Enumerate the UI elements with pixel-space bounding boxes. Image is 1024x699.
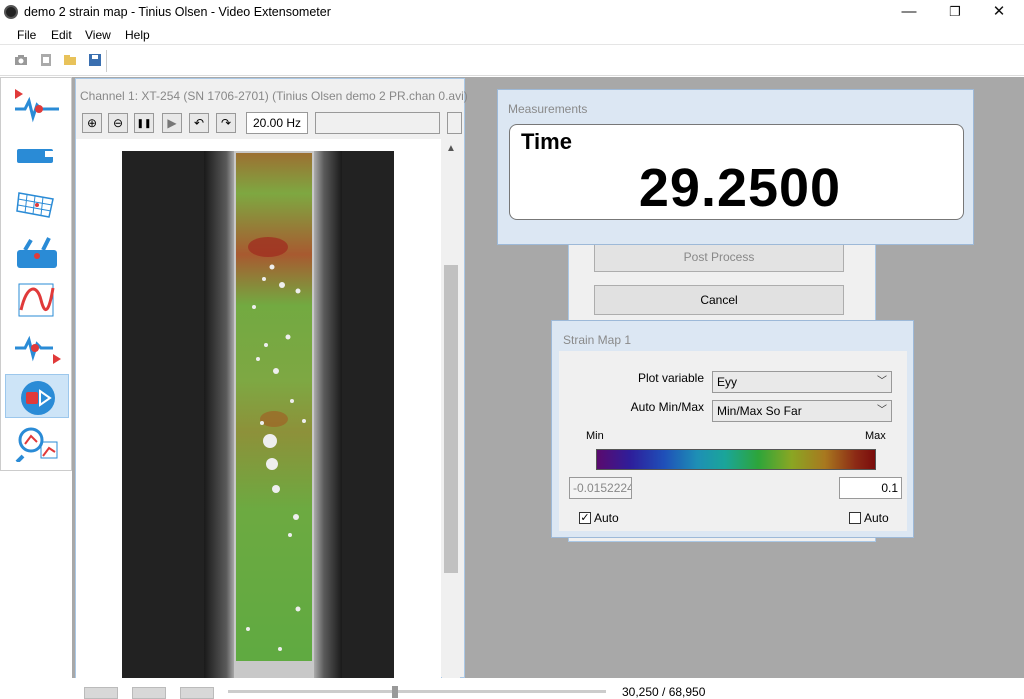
app-logo-icon <box>4 5 18 19</box>
signal-tool-button[interactable] <box>5 83 69 127</box>
mesh-grid-icon <box>16 192 54 218</box>
chevron-down-icon: ﹀ <box>877 376 887 387</box>
open-folder-icon[interactable] <box>63 54 77 66</box>
channel-window: Channel 1: XT-254 (SN 1706-2701) (Tinius… <box>75 78 468 679</box>
signal-wave-icon <box>15 89 59 123</box>
line-chart-icon <box>18 283 55 317</box>
auto-minmax-label: Auto Min/Max <box>630 400 704 414</box>
playback-slider[interactable] <box>228 690 606 693</box>
step-forward-button[interactable] <box>180 687 214 699</box>
redo-button[interactable]: ↷ <box>216 113 236 133</box>
cancel-button[interactable]: Cancel <box>594 285 844 315</box>
toolbar-divider <box>106 50 107 72</box>
film-icon[interactable] <box>39 54 53 66</box>
maximize-button[interactable]: ❐ <box>932 0 978 24</box>
time-label: Time <box>521 129 572 154</box>
max-auto-checkbox[interactable] <box>849 512 861 524</box>
post-process-button[interactable]: Post Process <box>594 242 844 272</box>
min-value-field[interactable]: -0.0152224 <box>569 477 632 499</box>
chevron-down-icon: ﹀ <box>877 405 887 416</box>
analysis-tool-button[interactable] <box>5 422 69 466</box>
menu-file[interactable]: File <box>17 28 36 42</box>
plot-variable-label: Plot variable <box>637 371 704 385</box>
record-icon <box>21 381 55 415</box>
tools-tool-button[interactable] <box>5 230 69 274</box>
frame-readout: 30,250 / 68,950 <box>622 685 706 699</box>
title-bar: demo 2 strain map - Tinius Olsen - Video… <box>0 0 1024 24</box>
play-button[interactable]: ▶ <box>162 113 182 133</box>
record-tool-button[interactable] <box>5 374 69 418</box>
min-auto-checkbox[interactable]: ✓ <box>579 512 591 524</box>
menu-view[interactable]: View <box>85 28 111 42</box>
max-value-field[interactable]: 0.1 <box>839 477 902 499</box>
frame-rate-field[interactable]: 20.00 Hz <box>246 112 308 134</box>
plot-variable-value: Eyy <box>717 375 738 389</box>
undo-button[interactable]: ↶ <box>189 113 209 133</box>
status-field-2 <box>447 112 462 134</box>
playback-bar <box>72 678 1024 696</box>
left-tool-panel <box>0 77 72 471</box>
scroll-thumb[interactable] <box>444 265 458 573</box>
video-view[interactable] <box>76 139 441 679</box>
measurements-title: Measurements <box>508 102 588 116</box>
colorbar-legend <box>596 449 876 470</box>
window-title: demo 2 strain map - Tinius Olsen - Video… <box>24 5 331 19</box>
auto-minmax-select[interactable]: Min/Max So Far ﹀ <box>712 400 892 422</box>
vertical-scrollbar[interactable]: ▲ <box>442 139 460 679</box>
measurements-window: Measurements Time 29.2500 <box>497 89 974 245</box>
pause-playback-button[interactable] <box>132 687 166 699</box>
scroll-up-icon[interactable]: ▲ <box>446 143 456 154</box>
max-label: Max <box>865 430 886 442</box>
video-camera-icon <box>17 149 53 163</box>
time-display: Time 29.2500 <box>509 124 964 220</box>
time-value: 29.2500 <box>638 158 842 218</box>
camera-tool-button[interactable] <box>5 133 69 177</box>
zoom-out-button[interactable]: ⊖ <box>108 113 128 133</box>
toolbar <box>0 46 1024 76</box>
close-button[interactable]: ✕ <box>976 0 1022 24</box>
camera-icon[interactable] <box>14 54 28 66</box>
status-field <box>315 112 440 134</box>
channel-window-title: Channel 1: XT-254 (SN 1706-2701) (Tinius… <box>80 89 468 103</box>
signal-play-icon <box>15 335 61 364</box>
playback-slider-thumb[interactable] <box>392 686 398 698</box>
minimize-button[interactable]: — <box>886 0 932 24</box>
min-label: Min <box>586 430 604 442</box>
menu-help[interactable]: Help <box>125 28 150 42</box>
strain-map-window: Strain Map 1 Plot variable Eyy ﹀ Auto Mi… <box>551 320 914 538</box>
magnifier-chart-icon <box>15 427 58 462</box>
step-back-button[interactable] <box>84 687 118 699</box>
strain-map-panel: Plot variable Eyy ﹀ Auto Min/Max Min/Max… <box>559 351 907 531</box>
auto-minmax-value: Min/Max So Far <box>717 404 802 418</box>
signal-play-tool-button[interactable] <box>5 326 69 370</box>
strain-video-frame <box>122 151 394 679</box>
min-auto-label: Auto <box>594 511 619 525</box>
strain-map-title: Strain Map 1 <box>563 333 632 347</box>
pause-button[interactable]: ❚❚ <box>134 113 154 133</box>
plot-variable-select[interactable]: Eyy ﹀ <box>712 371 892 393</box>
max-auto-label: Auto <box>864 511 889 525</box>
menu-bar: File Edit View Help <box>0 24 1024 45</box>
chart-tool-button[interactable] <box>5 278 69 322</box>
zoom-in-button[interactable]: ⊕ <box>82 113 102 133</box>
save-icon[interactable] <box>88 54 102 66</box>
menu-edit[interactable]: Edit <box>51 28 72 42</box>
toolbox-icon <box>17 237 57 268</box>
mesh-tool-button[interactable] <box>5 181 69 225</box>
